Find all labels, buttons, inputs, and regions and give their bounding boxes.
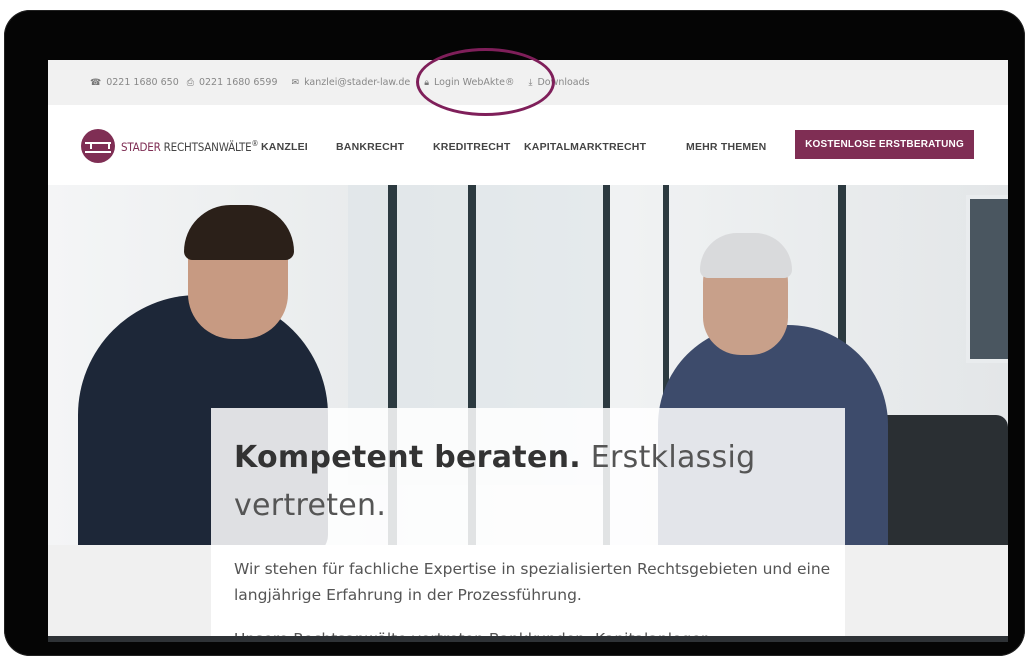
highlight-circle [416,48,555,116]
armchair [868,415,1008,545]
fax-link[interactable]: ⎙ 0221 1680 6599 [187,77,278,88]
email-address: kanzlei@stader-law.de [304,77,411,88]
bridge-logo-icon [81,129,115,163]
phone-link[interactable]: ☎ 0221 1680 650 [90,77,179,88]
screen-bottom-edge [48,636,1008,642]
hero-headline: Kompetent beraten. Erstklassig vertreten… [234,434,834,530]
nav-bankrecht[interactable]: BANKRECHT [336,141,404,153]
fax-number: 0221 1680 6599 [198,77,278,88]
free-consultation-button[interactable]: KOSTENLOSE ERSTBERATUNG [795,130,974,159]
hero-lead-text: Wir stehen für fachliche Expertise in sp… [234,560,831,604]
browser-viewport: ☎ 0221 1680 650 ⎙ 0221 1680 6599 ✉ kanzl… [48,60,1008,642]
nav-kreditrecht[interactable]: KREDITRECHT [433,141,510,153]
nav-mehr-themen[interactable]: MEHR THEMEN [686,141,766,153]
nav-kapitalmarktrecht[interactable]: KAPITALMARKTRECHT [524,141,646,153]
phone-icon: ☎ [90,77,102,88]
person-left-hair [184,205,294,260]
email-link[interactable]: ✉ kanzlei@stader-law.de [292,77,411,88]
registered-mark: ® [251,138,259,148]
brand-name-stader: STADER [121,139,161,154]
person-right-hair [700,233,792,278]
fax-icon: ⎙ [186,77,194,88]
brand-logo[interactable]: STADER RECHTSANWÄLTE® [81,129,259,163]
brand-name-rechtsanwaelte: RECHTSANWÄLTE [160,139,252,154]
tablet-frame: ☎ 0221 1680 650 ⎙ 0221 1680 6599 ✉ kanzl… [4,10,1025,656]
phone-number: 0221 1680 650 [106,77,179,88]
brand-wordmark: STADER RECHTSANWÄLTE® [121,138,259,154]
site-header: STADER RECHTSANWÄLTE® KANZLEI BANKRECHT … [48,105,1008,185]
wall-art [966,195,1008,363]
headline-bold: Kompetent beraten. [234,440,581,475]
envelope-icon: ✉ [291,77,300,88]
nav-kanzlei[interactable]: KANZLEI [261,141,308,153]
